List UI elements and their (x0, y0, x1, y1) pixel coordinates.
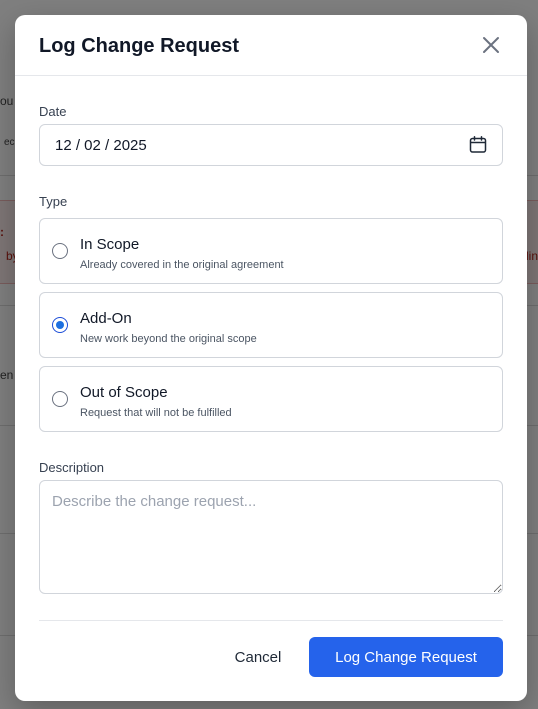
date-value[interactable]: 12 / 02 / 2025 (55, 137, 147, 154)
option-title: In Scope (80, 236, 140, 253)
date-input[interactable]: 12 / 02 / 2025 (39, 124, 503, 166)
type-label: Type (39, 194, 68, 209)
option-title: Add-On (80, 310, 132, 327)
type-radio-in-scope[interactable] (52, 243, 68, 259)
log-change-request-dialog: Log Change Request Date 12 / 02 / 2025 T… (15, 15, 527, 701)
option-description: Request that will not be fulfilled (80, 407, 232, 419)
close-icon (483, 37, 499, 53)
modal-header: Log Change Request (15, 15, 527, 76)
modal-title: Log Change Request (39, 35, 240, 57)
option-description: New work beyond the original scope (80, 333, 257, 345)
log-change-request-button[interactable]: Log Change Request (309, 637, 503, 677)
type-option-add-on[interactable]: Add-On New work beyond the original scop… (39, 292, 503, 358)
close-button[interactable] (479, 33, 503, 57)
description-label: Description (39, 460, 105, 475)
date-label: Date (39, 104, 67, 119)
option-title: Out of Scope (80, 384, 168, 401)
option-description: Already covered in the original agreemen… (80, 259, 284, 271)
cancel-button[interactable]: Cancel (221, 637, 295, 677)
type-radio-add-on[interactable] (52, 317, 68, 333)
type-option-in-scope[interactable]: In Scope Already covered in the original… (39, 218, 503, 284)
type-option-out-of-scope[interactable]: Out of Scope Request that will not be fu… (39, 366, 503, 432)
calendar-icon[interactable] (469, 136, 487, 154)
type-radio-out-of-scope[interactable] (52, 391, 68, 407)
description-textarea[interactable] (39, 480, 503, 594)
footer-divider (39, 620, 503, 621)
